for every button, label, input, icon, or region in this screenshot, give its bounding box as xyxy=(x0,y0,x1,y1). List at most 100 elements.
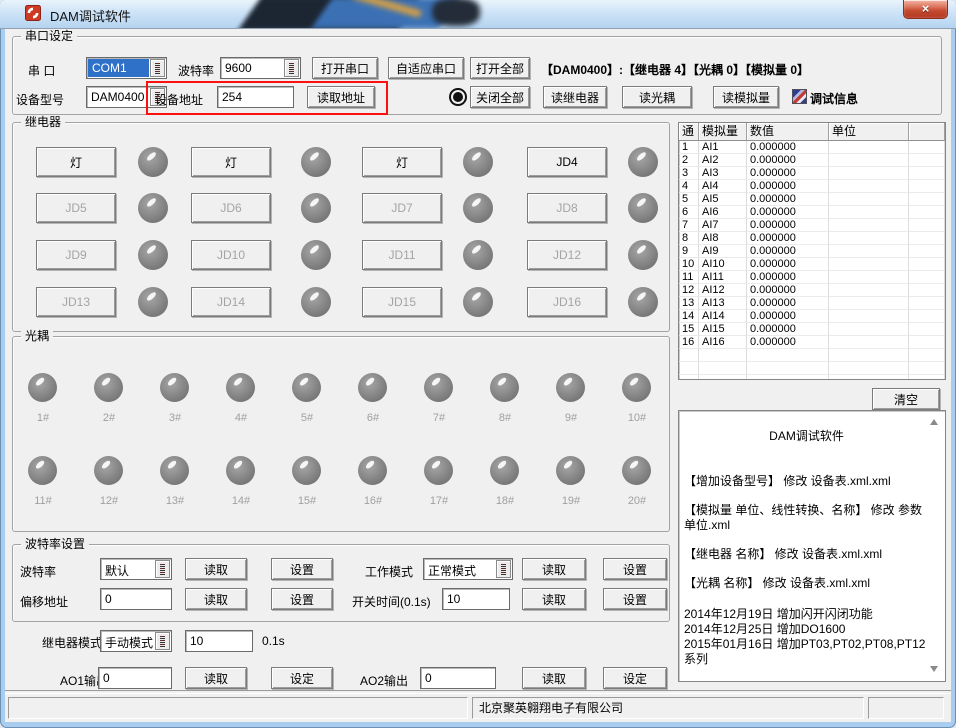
table-row: 3AI30.000000 xyxy=(679,167,945,180)
table-cell xyxy=(829,206,909,219)
col-header[interactable]: 模拟量 xyxy=(699,123,747,141)
table-cell xyxy=(829,167,909,180)
switch-time-input[interactable] xyxy=(442,588,510,610)
close-button[interactable]: × xyxy=(903,0,948,19)
table-cell xyxy=(909,141,945,154)
work-mode-combobox[interactable]: 正常模式 xyxy=(423,558,513,580)
read-relay-button[interactable]: 读继电器 xyxy=(543,86,607,108)
opto-label: 7# xyxy=(418,412,460,424)
relay-button[interactable]: JD4 xyxy=(527,147,607,177)
info-line: 【继电器 名称】 修改 设备表.xml.xml xyxy=(684,547,929,562)
baud-combobox[interactable]: 9600 xyxy=(220,57,301,79)
table-cell xyxy=(699,375,747,380)
offset-set-button[interactable]: 设置 xyxy=(271,588,333,610)
baud-set-button[interactable]: 设置 xyxy=(271,558,333,580)
relay-time-unit: 0.1s xyxy=(262,634,285,648)
relay-button[interactable]: 灯 xyxy=(362,147,442,177)
col-header[interactable]: 单位 xyxy=(829,123,909,141)
table-cell: 0.000000 xyxy=(747,219,829,232)
baud-set-combobox[interactable]: 默认 xyxy=(100,558,172,580)
relay-time-input[interactable] xyxy=(185,630,253,652)
offset-read-button[interactable]: 读取 xyxy=(185,588,247,610)
combo-drop-icon[interactable] xyxy=(150,59,165,77)
ao1-read-button[interactable]: 读取 xyxy=(185,667,247,689)
info-line: 【增加设备型号】 修改 设备表.xml.xml xyxy=(684,474,929,489)
scroll-up-icon[interactable] xyxy=(930,419,938,425)
opto-indicator xyxy=(622,373,651,402)
table-row: 1AI10.000000 xyxy=(679,141,945,154)
table-row xyxy=(679,375,945,380)
table-cell xyxy=(829,284,909,297)
debug-info-label[interactable]: 调试信息 xyxy=(810,90,858,107)
table-cell xyxy=(829,271,909,284)
offset-input[interactable] xyxy=(100,588,172,610)
col-header[interactable]: 数值 xyxy=(747,123,829,141)
scroll-down-icon[interactable] xyxy=(930,666,938,672)
table-cell: 9 xyxy=(679,245,699,258)
ao2-set-button[interactable]: 设定 xyxy=(603,667,667,689)
combo-drop-icon[interactable] xyxy=(155,632,170,650)
opto-label: 6# xyxy=(352,412,394,424)
table-cell: 0.000000 xyxy=(747,193,829,206)
relay-button: JD9 xyxy=(36,240,116,270)
switch-time-read-button[interactable]: 读取 xyxy=(522,588,586,610)
read-addr-button[interactable]: 读取地址 xyxy=(307,86,375,108)
table-cell xyxy=(829,141,909,154)
ao2-read-button[interactable]: 读取 xyxy=(522,667,586,689)
status-panel-right xyxy=(868,697,944,719)
port-combobox[interactable]: COM1 xyxy=(86,57,167,79)
table-cell xyxy=(909,180,945,193)
table-cell: 14 xyxy=(679,310,699,323)
col-header[interactable]: 通 xyxy=(679,123,699,141)
clear-button[interactable]: 清空 xyxy=(872,388,940,410)
baud-read-button[interactable]: 读取 xyxy=(185,558,247,580)
table-cell xyxy=(909,362,945,375)
table-cell xyxy=(909,258,945,271)
relay-mode-combobox[interactable]: 手动模式 xyxy=(100,630,172,652)
wallpaper-blur xyxy=(432,0,480,26)
opto-indicator xyxy=(226,373,255,402)
relay-button[interactable]: 灯 xyxy=(36,147,116,177)
work-mode-read-button[interactable]: 读取 xyxy=(522,558,586,580)
work-mode-set-button[interactable]: 设置 xyxy=(603,558,667,580)
relay-button: JD11 xyxy=(362,240,442,270)
combo-drop-icon[interactable] xyxy=(284,59,299,77)
relay-mode-label: 继电器模式 xyxy=(42,634,102,651)
combo-drop-icon[interactable] xyxy=(496,560,511,578)
table-cell: 16 xyxy=(679,336,699,349)
table-cell: AI6 xyxy=(699,206,747,219)
table-cell xyxy=(829,349,909,362)
ao2-input[interactable] xyxy=(420,667,496,689)
info-line: 2014年12月19日 增加闪开闪闭功能 xyxy=(684,607,929,622)
analog-table: 通 模拟量 数值 单位 1AI10.0000002AI20.0000003AI3… xyxy=(678,122,946,380)
combo-drop-icon[interactable] xyxy=(155,560,170,578)
port-value: COM1 xyxy=(88,59,149,77)
relay-button: JD7 xyxy=(362,193,442,223)
opto-label: 4# xyxy=(220,412,262,424)
ao1-set-button[interactable]: 设定 xyxy=(271,667,333,689)
close-all-button[interactable]: 关闭全部 xyxy=(470,86,530,108)
opto-label: 18# xyxy=(484,495,526,507)
adaptive-serial-button[interactable]: 自适应串口 xyxy=(388,57,464,79)
open-all-button[interactable]: 打开全部 xyxy=(470,57,530,79)
opto-indicator xyxy=(490,373,519,402)
relay-button[interactable]: 灯 xyxy=(191,147,271,177)
read-analog-button[interactable]: 读模拟量 xyxy=(713,86,779,108)
ao2-label: AO2输出 xyxy=(360,672,408,689)
opto-indicator xyxy=(292,373,321,402)
table-cell xyxy=(909,310,945,323)
port-label: 串 口 xyxy=(28,62,55,79)
table-cell: 2 xyxy=(679,154,699,167)
relay-indicator xyxy=(628,147,658,177)
table-cell: 0.000000 xyxy=(747,154,829,167)
open-serial-button[interactable]: 打开串口 xyxy=(312,57,378,79)
addr-input[interactable] xyxy=(217,86,294,108)
opto-indicator xyxy=(94,373,123,402)
ao1-input[interactable] xyxy=(98,667,172,689)
offset-label: 偏移地址 xyxy=(20,593,68,610)
read-opto-button[interactable]: 读光耦 xyxy=(622,86,692,108)
opto-label: 5# xyxy=(286,412,328,424)
switch-time-set-button[interactable]: 设置 xyxy=(603,588,667,610)
table-row: 16AI160.000000 xyxy=(679,336,945,349)
opto-indicator xyxy=(226,456,255,485)
